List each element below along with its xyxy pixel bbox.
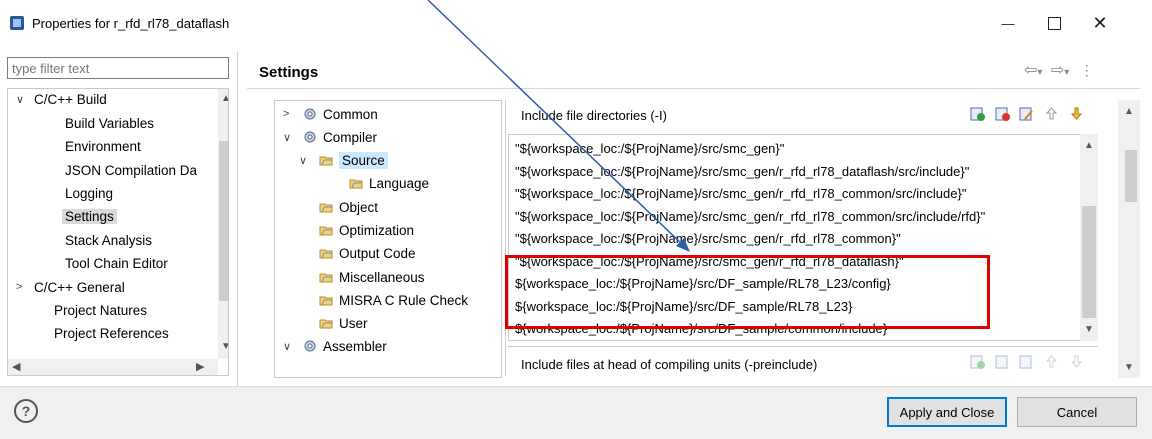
help-icon[interactable]: ?: [14, 399, 38, 423]
apply-and-close-button[interactable]: Apply and Close: [887, 397, 1007, 427]
annotation-arrow: [427, 0, 690, 252]
cancel-button[interactable]: Cancel: [1017, 397, 1137, 427]
